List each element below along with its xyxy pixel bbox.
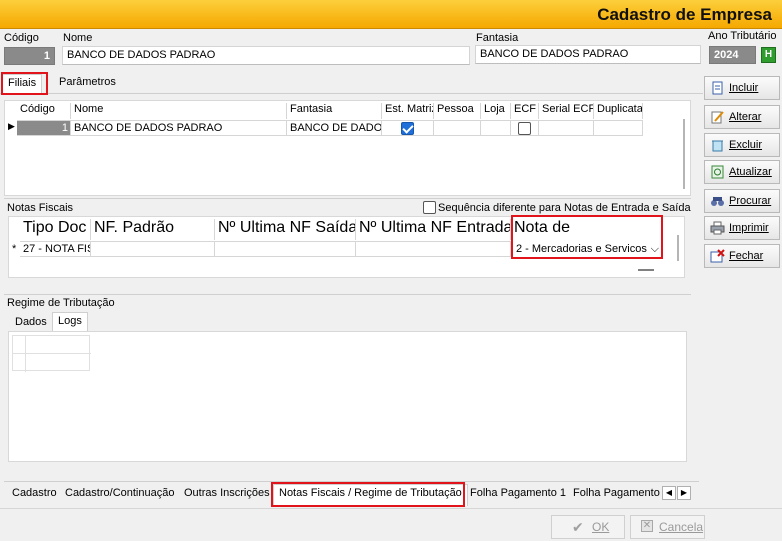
incluir-label: Incluir bbox=[729, 82, 759, 94]
row-fantasia[interactable]: BANCO DE DADOS PADRAO bbox=[287, 120, 382, 136]
alterar-button[interactable]: Alterar bbox=[704, 105, 780, 129]
sequencia-checkbox[interactable] bbox=[423, 201, 436, 214]
tab-scroll-left-icon[interactable]: ◀ bbox=[662, 486, 676, 500]
logs-panel bbox=[8, 331, 687, 462]
col-nf-padrao: NF. Padrão bbox=[91, 219, 215, 240]
tab-logs[interactable]: Logs bbox=[52, 312, 88, 332]
fechar-button[interactable]: Fechar bbox=[704, 244, 780, 268]
notas-row-ultima-entrada[interactable] bbox=[356, 241, 511, 257]
notas-row-nf-padrao[interactable] bbox=[91, 241, 215, 257]
row-pessoa[interactable] bbox=[434, 120, 481, 136]
title-bar: Cadastro de Empresa bbox=[0, 0, 782, 29]
bottom-tabs-separator bbox=[4, 481, 699, 482]
imprimir-button[interactable]: Imprimir bbox=[704, 216, 780, 240]
row-duplicata[interactable] bbox=[594, 120, 643, 136]
notas-scroll-thumb[interactable] bbox=[638, 269, 654, 271]
tab-parametros[interactable]: Parâmetros bbox=[54, 74, 121, 90]
col-loja: Loja bbox=[481, 103, 511, 119]
cancel-icon: ✕ bbox=[641, 520, 653, 532]
printer-icon bbox=[710, 221, 725, 235]
tab-cadastro[interactable]: Cadastro bbox=[7, 485, 62, 501]
col-fantasia: Fantasia bbox=[287, 103, 382, 119]
tab-outras-inscricoes[interactable]: Outras Inscrições bbox=[179, 485, 275, 501]
tab-dados[interactable]: Dados bbox=[10, 314, 52, 330]
excluir-button[interactable]: Excluir bbox=[704, 133, 780, 157]
col-ecf: ECF bbox=[511, 103, 539, 119]
col-duplicata: Duplicata bbox=[594, 103, 643, 119]
col-nota-de: Nota de bbox=[514, 219, 571, 236]
imprimir-label: Imprimir bbox=[729, 222, 769, 234]
codigo-field[interactable]: 1 bbox=[4, 47, 55, 65]
tab-folha-pagamento-1[interactable]: Folha Pagamento 1 bbox=[465, 485, 571, 501]
col-pessoa: Pessoa bbox=[434, 103, 481, 119]
ok-button[interactable]: ✔ OK bbox=[551, 515, 625, 539]
binoculars-icon bbox=[711, 197, 724, 206]
close-window-icon bbox=[710, 249, 725, 263]
notas-scrollbar[interactable] bbox=[677, 235, 679, 261]
notas-fiscais-label: Notas Fiscais bbox=[7, 202, 74, 214]
pencil-icon bbox=[711, 111, 724, 124]
tab-scroll-right-icon[interactable]: ▶ bbox=[677, 486, 691, 500]
col-tipo-doc: Tipo Doc bbox=[20, 219, 91, 240]
regime-label: Regime de Tributação bbox=[7, 297, 115, 309]
procurar-button[interactable]: Procurar bbox=[704, 189, 780, 213]
tab-folha-pagamento[interactable]: Folha Pagamento bbox=[568, 485, 665, 501]
history-button[interactable]: H bbox=[761, 47, 776, 63]
row-nome[interactable]: BANCO DE DADOS PADRAO bbox=[71, 120, 287, 136]
est-matriz-checkbox[interactable] bbox=[401, 122, 414, 135]
notas-row-tipo-doc[interactable]: 27 - NOTA FISCAL bbox=[20, 241, 91, 257]
row-loja[interactable] bbox=[481, 120, 511, 136]
fantasia-label: Fantasia bbox=[476, 32, 519, 44]
row-serial-ecf[interactable] bbox=[539, 120, 594, 136]
tab-filiais[interactable]: Filiais bbox=[2, 74, 43, 94]
notas-divider bbox=[4, 198, 691, 199]
col-serial-ecf: Serial ECF bbox=[539, 103, 594, 119]
col-est-matriz: Est. Matriz bbox=[382, 103, 434, 119]
logs-grid bbox=[12, 335, 91, 372]
notas-row-ultima-saida[interactable] bbox=[215, 241, 356, 257]
filiais-scrollbar[interactable] bbox=[683, 119, 685, 189]
chevron-down-icon: ⌵ bbox=[650, 243, 659, 255]
col-ultima-nf-entrada: Nº Ultima NF Entrada bbox=[356, 219, 511, 240]
regime-divider bbox=[4, 294, 691, 295]
row-codigo[interactable]: 1 bbox=[17, 120, 71, 136]
atualizar-label: Atualizar bbox=[729, 166, 772, 178]
ano-tributario-label: Ano Tributário bbox=[708, 30, 777, 42]
nome-label: Nome bbox=[63, 32, 93, 44]
tab-cadastro-continuacao[interactable]: Cadastro/Continuação bbox=[60, 485, 179, 501]
tabs-separator bbox=[0, 93, 703, 94]
logs-grid-vline bbox=[25, 336, 26, 372]
footer-separator bbox=[0, 508, 782, 509]
incluir-button[interactable]: Incluir bbox=[704, 76, 780, 100]
tab-notas-fiscais-regime[interactable]: Notas Fiscais / Regime de Tributação bbox=[273, 484, 468, 506]
alterar-label: Alterar bbox=[729, 111, 762, 123]
fantasia-field[interactable]: BANCO DE DADOS PADRAO bbox=[475, 45, 701, 64]
notas-row-indicator: * bbox=[12, 243, 17, 255]
nota-de-value: 2 - Mercadorias e Servicos bbox=[516, 243, 647, 255]
codigo-label: Código bbox=[4, 32, 39, 44]
cancela-label: Cancela bbox=[659, 520, 704, 534]
excluir-label: Excluir bbox=[729, 139, 763, 151]
row-indicator: ▶ bbox=[8, 121, 15, 131]
ecf-checkbox[interactable] bbox=[518, 122, 531, 135]
sequencia-label: Sequência diferente para Notas de Entrad… bbox=[438, 202, 691, 214]
fechar-label: Fechar bbox=[729, 250, 764, 262]
document-icon bbox=[712, 81, 723, 95]
atualizar-button[interactable]: Atualizar bbox=[704, 160, 780, 184]
notas-grid: Tipo Doc NF. Padrão Nº Ultima NF Saída N… bbox=[8, 216, 685, 278]
nome-field[interactable]: BANCO DE DADOS PADRAO bbox=[62, 46, 470, 65]
checkmark-icon: ✔ bbox=[572, 519, 584, 535]
filiais-grid: Código Nome Fantasia Est. Matriz Pessoa … bbox=[4, 100, 691, 196]
col-ultima-nf-saida: Nº Ultima NF Saída bbox=[215, 219, 356, 240]
col-codigo: Código bbox=[17, 103, 71, 119]
nota-de-dropdown[interactable]: 2 - Mercadorias e Servicos ⌵ bbox=[516, 242, 661, 258]
cancela-button[interactable]: ✕ Cancela bbox=[630, 515, 705, 539]
refresh-icon bbox=[711, 165, 724, 179]
ano-tributario-field[interactable]: 2024 bbox=[709, 46, 756, 64]
trash-icon bbox=[712, 140, 723, 152]
col-nome: Nome bbox=[71, 103, 287, 119]
window-title: Cadastro de Empresa bbox=[597, 5, 772, 24]
procurar-label: Procurar bbox=[729, 195, 772, 207]
